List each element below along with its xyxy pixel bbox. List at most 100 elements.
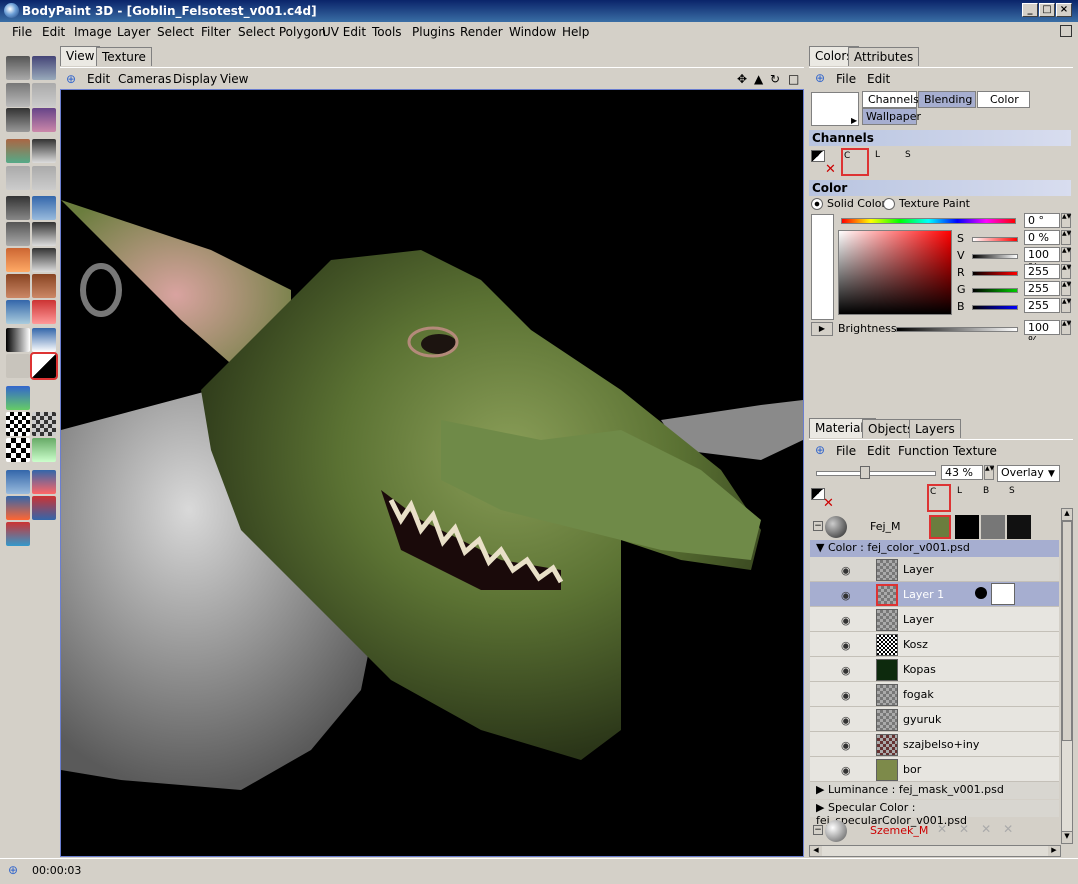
viewport-menu-display[interactable]: Display — [173, 72, 217, 86]
b-slider[interactable] — [972, 305, 1018, 310]
g-spinner[interactable]: ▲▼ — [1061, 281, 1071, 296]
collapse-icon[interactable]: − — [813, 521, 823, 531]
menu-help[interactable]: Help — [562, 25, 589, 39]
radio-solid-color[interactable] — [811, 198, 823, 210]
chevron-down-icon[interactable]: ▼ — [1048, 469, 1055, 479]
colors-menu-edit[interactable]: Edit — [867, 72, 890, 86]
menu-uv-edit[interactable]: UV Edit — [322, 25, 366, 39]
layer-row-0[interactable]: ◉ Layer — [810, 557, 1059, 582]
zoom-spinner[interactable]: ▲▼ — [984, 465, 994, 480]
material-size-slider[interactable] — [816, 471, 936, 476]
magnify-icon[interactable] — [6, 196, 30, 220]
horizontal-scrollbar[interactable]: ◀ ▶ — [809, 845, 1061, 857]
materials-pin-icon[interactable]: ⊕ — [815, 443, 825, 457]
maximize-button[interactable]: □ — [1039, 3, 1055, 17]
viewport-3d[interactable] — [60, 89, 804, 857]
material-row-szemek[interactable]: − Szemek_M ✕✕✕✕ — [809, 818, 1059, 844]
b-spinner[interactable]: ▲▼ — [1061, 298, 1071, 313]
layer-row-3[interactable]: ◉ Kosz — [810, 632, 1059, 657]
menu-filter[interactable]: Filter — [201, 25, 231, 39]
size-slider-handle[interactable] — [860, 466, 870, 479]
materials-menu-edit[interactable]: Edit — [867, 444, 890, 458]
texture-view-icon[interactable] — [6, 139, 30, 163]
checker-icon[interactable] — [32, 139, 56, 163]
g-slider[interactable] — [972, 288, 1018, 293]
pointer-tool-icon[interactable] — [6, 470, 30, 494]
move-uv-icon[interactable] — [6, 496, 30, 520]
minimize-button[interactable]: _ — [1022, 3, 1038, 17]
gradient-icon[interactable] — [6, 328, 30, 352]
menu-select-polygon[interactable]: Select Polygon — [238, 25, 326, 39]
hue-spinner[interactable]: ▲▼ — [1061, 213, 1071, 228]
eyedropper-icon[interactable] — [32, 300, 56, 324]
menu-plugins[interactable]: Plugins — [412, 25, 455, 39]
menu-image[interactable]: Image — [74, 25, 112, 39]
channel-specular[interactable]: S — [903, 148, 931, 176]
fill-tool-icon[interactable] — [32, 196, 56, 220]
viewport-menu-view[interactable]: View — [220, 72, 248, 86]
color-tab-wallpaper[interactable]: Wallpaper — [862, 108, 921, 125]
materials-menu-file[interactable]: File — [836, 444, 856, 458]
menu-window[interactable]: Window — [509, 25, 556, 39]
viewport-menu-edit[interactable]: Edit — [87, 72, 110, 86]
luminance-channel-row[interactable]: ▶ Luminance : fej_mask_v001.psd — [810, 782, 1059, 799]
visibility-eye-icon[interactable]: ◉ — [841, 564, 851, 577]
tab-texture[interactable]: Texture — [96, 47, 152, 66]
s-field[interactable]: 0 % — [1024, 230, 1060, 245]
colors-pin-icon[interactable]: ⊕ — [815, 71, 825, 85]
hue-slider[interactable] — [841, 218, 1016, 224]
rect-select-icon[interactable] — [6, 222, 30, 246]
material-row-fej[interactable]: − Fej_M — [809, 514, 1059, 540]
materials-menu-texture[interactable]: Texture — [953, 444, 997, 458]
col-bump[interactable]: B — [981, 484, 1005, 512]
mdi-restore-icon[interactable] — [1060, 25, 1072, 37]
visibility-eye-icon[interactable]: ◉ — [841, 589, 851, 602]
viewport-pin-icon[interactable]: ⊕ — [66, 72, 76, 86]
v-field[interactable]: 100 % — [1024, 247, 1060, 274]
tab-attributes[interactable]: Attributes — [848, 47, 920, 66]
magnet-icon[interactable] — [6, 522, 30, 546]
zoom-icon[interactable]: ▲ — [754, 72, 763, 86]
uv-polygons-icon[interactable] — [32, 438, 56, 462]
render-icon[interactable] — [32, 108, 56, 132]
menu-file[interactable]: File — [12, 25, 32, 39]
b-field[interactable]: 255 — [1024, 298, 1060, 313]
layer-row-8[interactable]: ◉ bor — [810, 757, 1059, 782]
layer-row-5[interactable]: ◉ fogak — [810, 682, 1059, 707]
v-slider[interactable] — [972, 254, 1018, 259]
brush-icon[interactable] — [6, 274, 30, 298]
material-delete-icon[interactable]: ✕ — [823, 496, 834, 511]
paint-bucket-icon[interactable] — [32, 328, 56, 352]
uv-checker-icon[interactable] — [6, 412, 30, 436]
scroll-right-icon[interactable]: ▶ — [1048, 846, 1060, 856]
channel-color[interactable]: C — [841, 148, 869, 176]
visibility-eye-icon[interactable]: ◉ — [841, 664, 851, 677]
menu-select[interactable]: Select — [157, 25, 194, 39]
brightness-spinner[interactable]: ▲▼ — [1061, 320, 1071, 335]
visibility-eye-icon[interactable]: ◉ — [841, 639, 851, 652]
menu-tools[interactable]: Tools — [372, 25, 402, 39]
layer-row-6[interactable]: ◉ gyuruk — [810, 707, 1059, 732]
visibility-eye-icon[interactable]: ◉ — [841, 714, 851, 727]
tab-layers[interactable]: Layers — [909, 419, 961, 438]
hue-field[interactable]: 0 ° — [1024, 213, 1060, 228]
zoom-field[interactable]: 43 % — [941, 465, 983, 480]
uv-mesh-icon[interactable] — [32, 412, 56, 436]
color-channel-row[interactable]: ▼ Color : fej_color_v001.psd — [810, 540, 1059, 557]
scroll-thumb[interactable] — [1062, 521, 1072, 741]
scale-tool-icon[interactable] — [32, 470, 56, 494]
col-luminance[interactable]: L — [955, 484, 979, 512]
rotate-view-icon[interactable]: ↻ — [770, 72, 780, 86]
visibility-eye-icon[interactable]: ◉ — [841, 739, 851, 752]
brightness-field[interactable]: 100 % — [1024, 320, 1060, 347]
menu-render[interactable]: Render — [460, 25, 503, 39]
r-slider[interactable] — [972, 271, 1018, 276]
s-slider[interactable] — [972, 237, 1018, 242]
brightness-expand-icon[interactable]: ▶ — [811, 322, 833, 336]
tab-view[interactable]: View — [60, 46, 101, 66]
channel-luminance[interactable]: L — [873, 148, 901, 176]
layer-row-4[interactable]: ◉ Kopas — [810, 657, 1059, 682]
r-field[interactable]: 255 — [1024, 264, 1060, 279]
magic-wand-icon[interactable] — [32, 222, 56, 246]
menu-layer[interactable]: Layer — [117, 25, 150, 39]
